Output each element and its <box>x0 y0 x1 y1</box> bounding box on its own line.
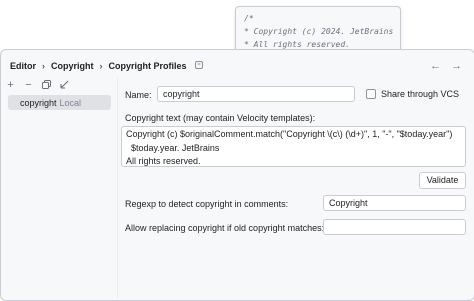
profiles-toolbar: + − <box>5 79 70 91</box>
tooltip-line: * Copyright (c) 2024. JetBrains <box>244 27 394 36</box>
arrow-right-icon[interactable]: → <box>451 60 462 72</box>
page-settings-icon[interactable] <box>194 61 203 71</box>
copy-icon[interactable] <box>41 79 52 90</box>
share-vcs-checkbox[interactable] <box>366 89 376 99</box>
text-line: All rights reserved. <box>126 156 201 166</box>
chevron-right-icon: › <box>42 61 45 71</box>
profile-name: copyright <box>20 97 57 108</box>
validate-button[interactable]: Validate <box>419 172 466 189</box>
copyright-text-editor[interactable]: Copyright (c) $originalComment.match("Co… <box>121 126 466 167</box>
chevron-right-icon: › <box>99 61 103 71</box>
allow-replace-label: Allow replacing copyright if old copyrig… <box>125 223 325 233</box>
profile-list-item[interactable]: copyright Local <box>8 95 111 110</box>
allow-replace-input[interactable] <box>323 219 466 235</box>
name-input[interactable]: copyright <box>157 86 355 102</box>
text-line: Copyright (c) $originalComment.match("Co… <box>126 129 453 139</box>
navigation-arrows: ← → <box>430 60 462 72</box>
regexp-input[interactable]: Copyright <box>323 195 466 211</box>
copyright-text-label: Copyright text (may contain Velocity tem… <box>125 113 316 123</box>
breadcrumb-copyright[interactable]: Copyright <box>51 61 94 71</box>
regexp-label: Regexp to detect copyright in comments: <box>125 199 289 209</box>
breadcrumb-editor[interactable]: Editor <box>10 61 36 71</box>
tooltip-line: * All rights reserved. <box>244 40 350 49</box>
share-vcs-label: Share through VCS <box>381 89 460 99</box>
minus-icon[interactable]: − <box>23 79 34 91</box>
profile-scope: Local <box>59 97 82 108</box>
breadcrumb: Editor › Copyright › Copyright Profiles <box>10 61 203 71</box>
breadcrumb-copyright-profiles: Copyright Profiles <box>108 61 187 71</box>
arrow-left-icon[interactable]: ← <box>430 60 441 72</box>
panel-divider <box>117 78 118 298</box>
name-label: Name: <box>125 90 152 100</box>
plus-icon[interactable]: + <box>5 79 16 91</box>
import-icon[interactable] <box>59 79 70 90</box>
tooltip-line: /* <box>244 14 254 23</box>
text-line: $today.year. JetBrains <box>131 143 220 153</box>
